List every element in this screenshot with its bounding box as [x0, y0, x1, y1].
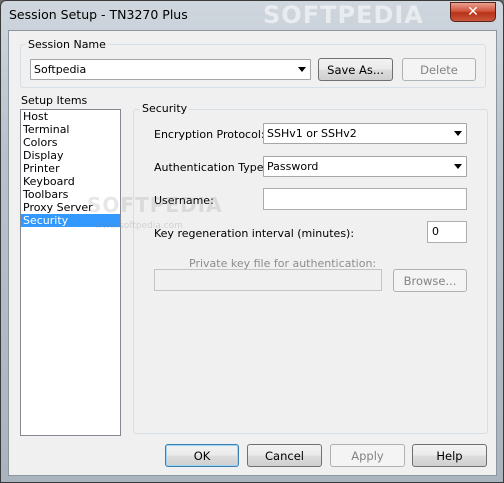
list-item-printer[interactable]: Printer — [21, 162, 120, 175]
username-field[interactable] — [263, 188, 467, 210]
security-group-label: Security — [140, 102, 190, 115]
list-item-colors[interactable]: Colors — [21, 136, 120, 149]
list-item-display[interactable]: Display — [21, 149, 120, 162]
delete-button[interactable]: Delete — [402, 58, 476, 81]
browse-button[interactable]: Browse... — [393, 269, 467, 292]
authentication-type-value: Password — [267, 160, 319, 173]
dialog-client-area: Session Name Softpedia Save As... Delete… — [8, 30, 497, 476]
title-bar[interactable]: Session Setup - TN3270 Plus SOFTPEDIA ✕ — [1, 1, 503, 29]
softpedia-url-watermark: www.softpedia.com — [95, 221, 183, 231]
chevron-down-icon — [298, 67, 306, 72]
encryption-protocol-label: Encryption Protocol: — [154, 128, 265, 141]
chevron-down-icon — [454, 164, 462, 169]
session-name-group-label: Session Name — [26, 38, 108, 51]
close-icon: ✕ — [467, 4, 479, 20]
window-title: Session Setup - TN3270 Plus — [9, 7, 188, 22]
private-key-field[interactable] — [154, 269, 382, 291]
cancel-button[interactable]: Cancel — [247, 444, 322, 467]
list-item-terminal[interactable]: Terminal — [21, 123, 120, 136]
ok-button[interactable]: OK — [165, 444, 239, 467]
authentication-type-label: Authentication Type: — [154, 161, 268, 174]
apply-button[interactable]: Apply — [330, 444, 405, 467]
session-name-combo[interactable]: Softpedia — [30, 59, 311, 80]
help-button[interactable]: Help — [412, 444, 487, 467]
authentication-type-combo[interactable]: Password — [263, 156, 467, 177]
list-item-host[interactable]: Host — [21, 110, 120, 123]
softpedia-watermark-center: SOFTPEDIA — [87, 193, 223, 217]
key-regeneration-field[interactable]: 0 — [427, 221, 467, 243]
chevron-down-icon — [454, 131, 462, 136]
close-button[interactable]: ✕ — [450, 2, 496, 22]
softpedia-watermark: SOFTPEDIA — [263, 1, 424, 29]
setup-items-label: Setup Items — [21, 94, 88, 107]
encryption-protocol-combo[interactable]: SSHv1 or SSHv2 — [263, 123, 467, 144]
key-regeneration-label: Key regeneration interval (minutes): — [154, 227, 355, 240]
save-as-button[interactable]: Save As... — [318, 58, 393, 81]
encryption-protocol-value: SSHv1 or SSHv2 — [267, 127, 357, 140]
session-setup-window: Session Setup - TN3270 Plus SOFTPEDIA ✕ … — [0, 0, 504, 483]
session-name-value: Softpedia — [34, 63, 87, 76]
list-item-keyboard[interactable]: Keyboard — [21, 175, 120, 188]
setup-items-list[interactable]: Host Terminal Colors Display Printer Key… — [20, 109, 121, 436]
